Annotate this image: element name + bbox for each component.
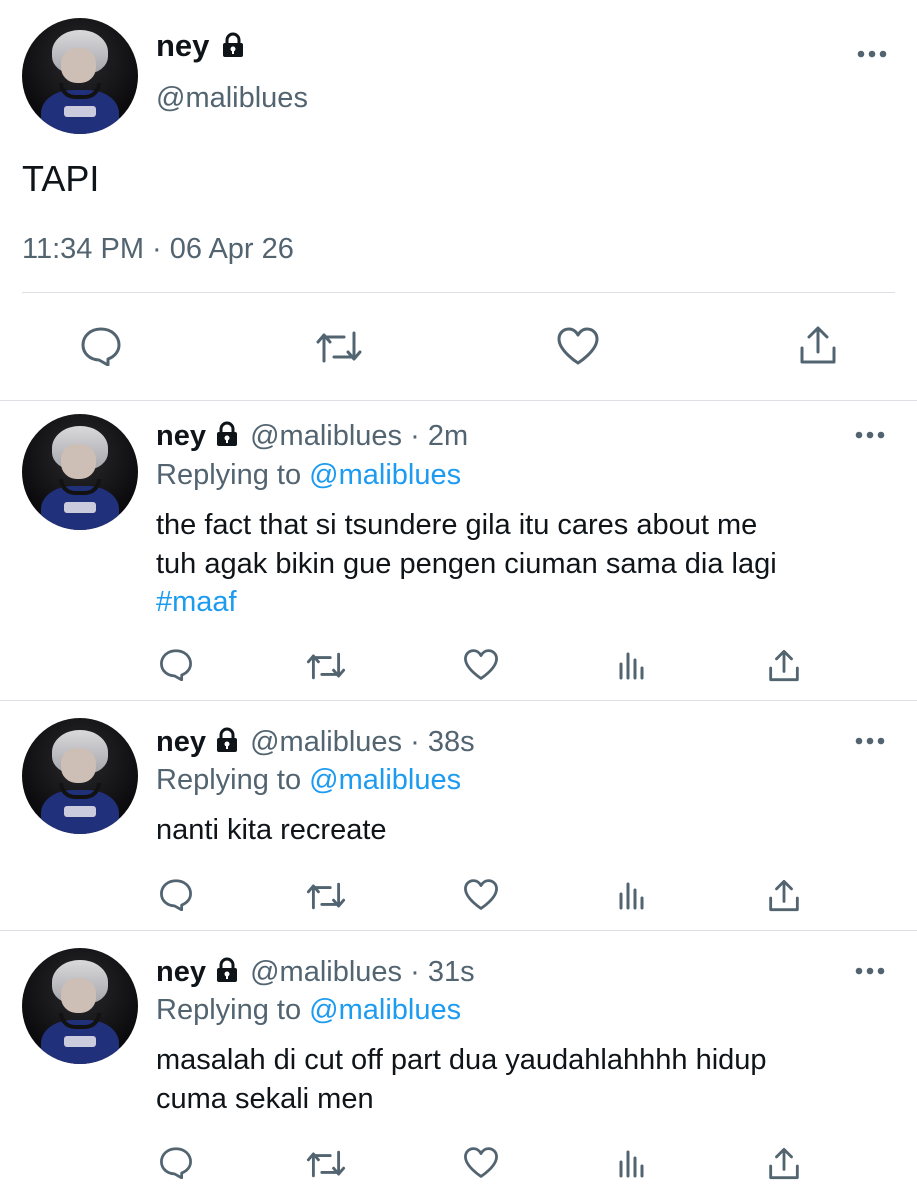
replying-to-link[interactable]: @maliblues	[309, 764, 461, 796]
relative-time[interactable]: · 38s	[410, 726, 474, 758]
replying-label: Replying to	[156, 459, 302, 491]
divider	[0, 930, 917, 931]
analytics-icon[interactable]	[617, 1148, 647, 1178]
tweet-text-line: nanti kita recreate	[156, 814, 387, 846]
like-icon[interactable]	[463, 878, 499, 911]
divider	[22, 292, 895, 293]
divider	[0, 400, 917, 401]
reply-icon[interactable]	[159, 878, 193, 911]
share-icon[interactable]	[767, 1146, 801, 1181]
like-icon[interactable]	[556, 326, 600, 366]
tweet-text-line: tuh agak bikin gue pengen ciuman sama di…	[156, 548, 777, 580]
divider	[0, 700, 917, 701]
more-icon[interactable]	[855, 736, 885, 746]
more-icon[interactable]	[857, 49, 887, 59]
retweet-icon[interactable]	[305, 650, 347, 682]
reply-icon[interactable]	[80, 326, 122, 366]
handle[interactable]: @maliblues	[250, 420, 402, 452]
tweet-text: TAPI	[22, 158, 100, 199]
share-icon[interactable]	[798, 324, 838, 366]
lock-icon	[216, 421, 238, 447]
more-icon[interactable]	[855, 430, 885, 440]
display-name[interactable]: ney	[156, 726, 206, 758]
handle[interactable]: @maliblues	[250, 726, 402, 758]
reply-icon[interactable]	[159, 1146, 193, 1179]
relative-time[interactable]: · 31s	[410, 956, 474, 988]
retweet-icon[interactable]	[314, 328, 364, 366]
tweet-text-line: cuma sekali men	[156, 1083, 374, 1115]
analytics-icon[interactable]	[617, 650, 647, 680]
hashtag-link[interactable]: #maaf	[156, 584, 237, 620]
tweet-text-line: the fact that si tsundere gila itu cares…	[156, 509, 758, 541]
lock-icon	[216, 957, 238, 983]
avatar[interactable]	[22, 948, 138, 1064]
avatar[interactable]	[22, 18, 138, 134]
like-icon[interactable]	[463, 648, 499, 681]
replying-label: Replying to	[156, 764, 302, 796]
retweet-icon[interactable]	[305, 880, 347, 912]
lock-icon	[222, 32, 244, 58]
avatar[interactable]	[22, 414, 138, 530]
analytics-icon[interactable]	[617, 880, 647, 910]
replying-to-link[interactable]: @maliblues	[309, 459, 461, 491]
more-icon[interactable]	[855, 966, 885, 976]
avatar[interactable]	[22, 718, 138, 834]
tweet-text-line: masalah di cut off part dua yaudahlahhhh…	[156, 1044, 767, 1076]
handle[interactable]: @maliblues	[250, 956, 402, 988]
share-icon[interactable]	[767, 878, 801, 913]
reply-icon[interactable]	[159, 648, 193, 681]
like-icon[interactable]	[463, 1146, 499, 1179]
retweet-icon[interactable]	[305, 1148, 347, 1180]
replying-label: Replying to	[156, 994, 302, 1026]
lock-icon	[216, 727, 238, 753]
replying-to-link[interactable]: @maliblues	[309, 994, 461, 1026]
share-icon[interactable]	[767, 648, 801, 683]
display-name[interactable]: ney	[156, 420, 206, 452]
display-name[interactable]: ney	[156, 28, 209, 63]
display-name[interactable]: ney	[156, 956, 206, 988]
handle[interactable]: @maliblues	[156, 81, 308, 115]
timestamp[interactable]: 11:34 PM · 06 Apr 26	[22, 232, 294, 266]
relative-time[interactable]: · 2m	[410, 420, 468, 452]
